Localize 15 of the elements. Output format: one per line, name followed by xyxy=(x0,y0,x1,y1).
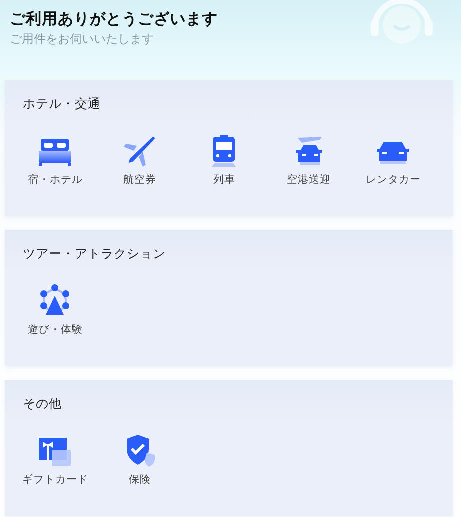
service-button[interactable]: ギフトカード xyxy=(13,429,98,488)
service-button[interactable]: 保険 xyxy=(98,429,182,488)
service-button[interactable]: レンタカー xyxy=(351,129,436,188)
greeting-title: ご利用ありがとうございます xyxy=(10,9,218,30)
service-button[interactable]: 宿・ホテル xyxy=(13,129,98,188)
category-title: ホテル・交通 xyxy=(23,95,101,113)
greeting-subtitle: ご用件をお伺いいたします xyxy=(10,31,155,48)
category-title: ツアー・アトラクション xyxy=(23,245,166,263)
service-button[interactable]: 空港送迎 xyxy=(266,129,351,188)
ferris-wheel-icon xyxy=(38,284,72,318)
service-button[interactable]: 列車 xyxy=(182,129,266,188)
service-button[interactable]: 航空券 xyxy=(98,129,182,188)
airplane-icon xyxy=(122,134,157,168)
service-button[interactable]: 遊び・体験 xyxy=(13,279,98,338)
category-title: その他 xyxy=(23,395,62,413)
